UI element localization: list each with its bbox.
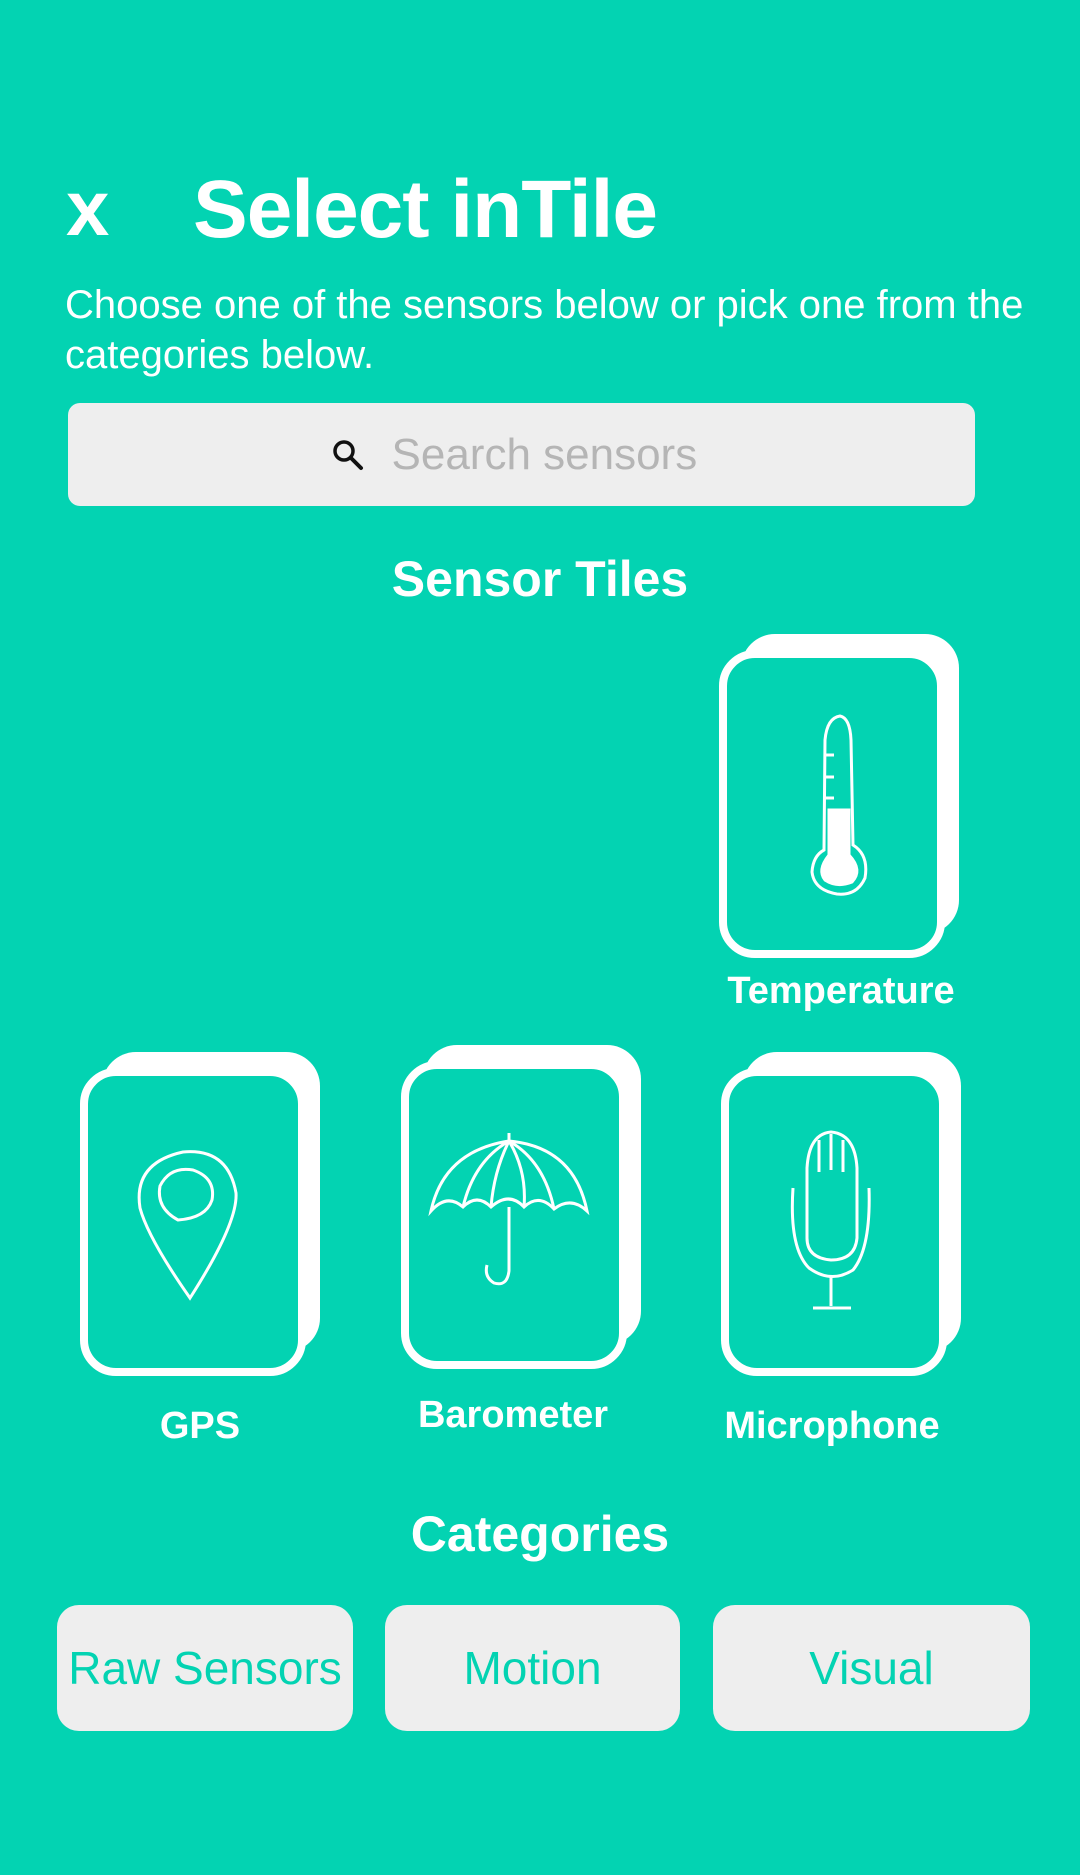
tile-microphone[interactable] <box>719 1048 969 1378</box>
search-bar[interactable] <box>68 403 975 506</box>
search-icon <box>332 439 363 470</box>
category-raw-sensors-button[interactable]: Raw Sensors <box>57 1605 353 1731</box>
categories-heading: Categories <box>410 1506 670 1562</box>
sensor-tiles-heading: Sensor Tiles <box>391 551 689 607</box>
search-input[interactable] <box>389 428 714 481</box>
tile-label-temperature: Temperature <box>727 970 955 1012</box>
tile-label-barometer: Barometer <box>417 1394 609 1436</box>
tile-barometer[interactable] <box>399 1041 649 1371</box>
tile-label-gps: GPS <box>159 1405 241 1447</box>
page-title: Select inTile <box>193 164 658 255</box>
tile-gps[interactable] <box>78 1048 328 1378</box>
tile-temperature[interactable] <box>717 630 967 960</box>
page-subtitle: Choose one of the sensors below or pick … <box>65 283 1024 377</box>
category-motion-button[interactable]: Motion <box>385 1605 680 1731</box>
category-visual-button[interactable]: Visual <box>713 1605 1030 1731</box>
close-button[interactable]: x <box>66 168 109 248</box>
tile-label-microphone: Microphone <box>724 1405 940 1447</box>
